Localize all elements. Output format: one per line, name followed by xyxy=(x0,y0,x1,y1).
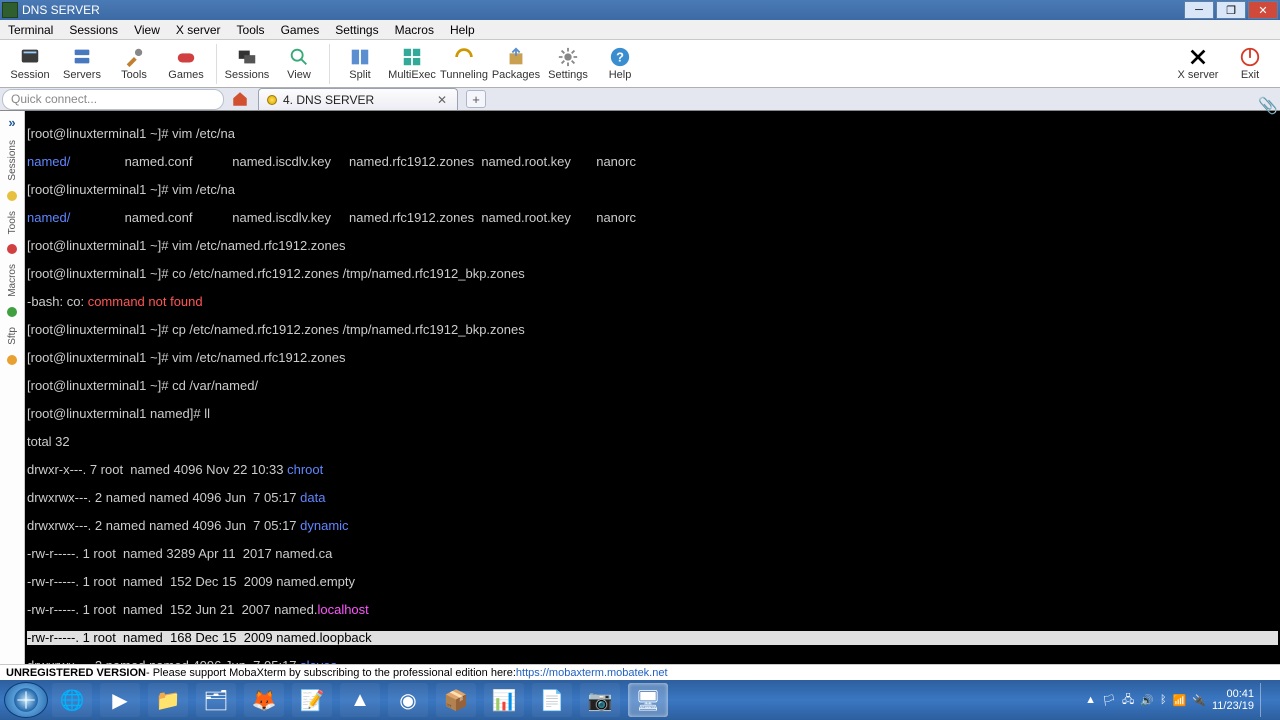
tb-session[interactable]: Session xyxy=(4,41,56,87)
menu-view[interactable]: View xyxy=(126,23,168,37)
app-icon xyxy=(2,2,18,18)
tb-tools[interactable]: Tools xyxy=(108,41,160,87)
maximize-button[interactable]: ❐ xyxy=(1216,1,1246,19)
close-button[interactable]: ✕ xyxy=(1248,1,1278,19)
unregistered-label: UNREGISTERED VERSION xyxy=(6,667,146,679)
taskbar: 🌐 ▶ 📁 🗂 🦊 📝 ▲ ◉ 📦 📊 📄 📷 🖥 ▲ 🏳 🖧 🔊 ᛒ 📶 🔌 … xyxy=(0,680,1280,720)
tb-exit[interactable]: Exit xyxy=(1224,41,1276,87)
tab-title: 4. DNS SERVER xyxy=(283,93,435,107)
start-button[interactable] xyxy=(4,682,48,718)
taskbar-mobaxterm[interactable]: 🖥 xyxy=(628,683,668,717)
taskbar-powerpoint[interactable]: 📊 xyxy=(484,683,524,717)
sidebar-tools[interactable]: Tools xyxy=(7,211,18,234)
tab-close-icon[interactable]: ✕ xyxy=(435,93,449,107)
menu-xserver[interactable]: X server xyxy=(168,23,229,37)
taskbar-vbox[interactable]: 📦 xyxy=(436,683,476,717)
star-icon[interactable] xyxy=(7,191,17,201)
minimize-button[interactable]: ─ xyxy=(1184,1,1214,19)
taskbar-pdf[interactable]: 📄 xyxy=(532,683,572,717)
taskbar-chrome[interactable]: ◉ xyxy=(388,683,428,717)
menu-games[interactable]: Games xyxy=(273,23,328,37)
quick-connect-input[interactable]: Quick connect... xyxy=(2,89,224,110)
tb-sessions[interactable]: Sessions xyxy=(221,41,273,87)
tray-flag-icon[interactable]: 🏳 xyxy=(1102,694,1116,707)
menubar: Terminal Sessions View X server Tools Ga… xyxy=(0,20,1280,40)
tab-status-icon xyxy=(267,95,277,105)
tab-dns-server[interactable]: 4. DNS SERVER ✕ xyxy=(258,88,458,110)
tb-split[interactable]: Split xyxy=(334,41,386,87)
new-tab-button[interactable]: + xyxy=(466,90,486,108)
sidebar-expand[interactable]: » xyxy=(8,115,15,130)
sidebar-sessions[interactable]: Sessions xyxy=(7,140,18,181)
macros-icon[interactable] xyxy=(7,307,17,317)
menu-sessions[interactable]: Sessions xyxy=(61,23,126,37)
tb-help[interactable]: ?Help xyxy=(594,41,646,87)
sidebar: » Sessions Tools Macros Sftp xyxy=(0,111,25,664)
terminal[interactable]: [root@linuxterminal1 ~]# vim /etc/na nam… xyxy=(25,111,1280,664)
tabstrip: Quick connect... 4. DNS SERVER ✕ + xyxy=(0,88,1280,111)
tray-power-icon[interactable]: 🔌 xyxy=(1192,694,1206,707)
titlebar: DNS SERVER ─ ❐ ✕ xyxy=(0,0,1280,20)
tray-vol-icon[interactable]: 🔊 xyxy=(1140,694,1154,707)
tb-xserver[interactable]: X server xyxy=(1172,41,1224,87)
tray-net-icon[interactable]: 🖧 xyxy=(1122,691,1134,710)
purchase-link[interactable]: https://mobaxterm.mobatek.net xyxy=(516,667,668,679)
taskbar-ie[interactable]: 🌐 xyxy=(52,683,92,717)
toolbar: Session Servers Tools Games Sessions Vie… xyxy=(0,40,1280,88)
system-tray[interactable]: ▲ 🏳 🖧 🔊 ᛒ 📶 🔌 00:41 11/23/19 xyxy=(1079,683,1276,717)
menu-terminal[interactable]: Terminal xyxy=(0,23,61,37)
taskbar-app1[interactable]: 🗂 xyxy=(196,683,236,717)
tb-settings[interactable]: Settings xyxy=(542,41,594,87)
taskbar-firefox[interactable]: 🦊 xyxy=(244,683,284,717)
status-bar: UNREGISTERED VERSION - Please support Mo… xyxy=(0,664,1280,680)
tools-icon[interactable] xyxy=(7,244,17,254)
paperclip-icon[interactable]: 📎 xyxy=(1258,96,1278,116)
taskbar-explorer[interactable]: 📁 xyxy=(148,683,188,717)
menu-help[interactable]: Help xyxy=(442,23,483,37)
menu-settings[interactable]: Settings xyxy=(327,23,386,37)
taskbar-vlc[interactable]: ▲ xyxy=(340,683,380,717)
menu-macros[interactable]: Macros xyxy=(387,23,442,37)
svg-text:?: ? xyxy=(616,50,624,65)
sftp-icon[interactable] xyxy=(7,355,17,365)
tray-clock[interactable]: 00:41 11/23/19 xyxy=(1212,688,1254,712)
taskbar-app2[interactable]: 📝 xyxy=(292,683,332,717)
tb-packages[interactable]: Packages xyxy=(490,41,542,87)
tb-servers[interactable]: Servers xyxy=(56,41,108,87)
taskbar-zoom[interactable]: 📷 xyxy=(580,683,620,717)
show-desktop[interactable] xyxy=(1260,683,1270,717)
tray-wifi-icon[interactable]: 📶 xyxy=(1173,694,1187,707)
tray-up-icon[interactable]: ▲ xyxy=(1085,694,1096,706)
home-tab[interactable] xyxy=(226,88,254,110)
tb-games[interactable]: Games xyxy=(160,41,212,87)
sidebar-macros[interactable]: Macros xyxy=(7,264,18,297)
menu-tools[interactable]: Tools xyxy=(229,23,273,37)
taskbar-media[interactable]: ▶ xyxy=(100,683,140,717)
tb-view[interactable]: View xyxy=(273,41,325,87)
tb-multiexec[interactable]: MultiExec xyxy=(386,41,438,87)
tray-bt-icon[interactable]: ᛒ xyxy=(1160,694,1167,706)
sidebar-sftp[interactable]: Sftp xyxy=(7,327,18,345)
selected-line: -rw-r-----. 1 root named 168 Dec 15 2009… xyxy=(27,631,1278,645)
window-title: DNS SERVER xyxy=(22,3,1184,17)
tb-tunneling[interactable]: Tunneling xyxy=(438,41,490,87)
